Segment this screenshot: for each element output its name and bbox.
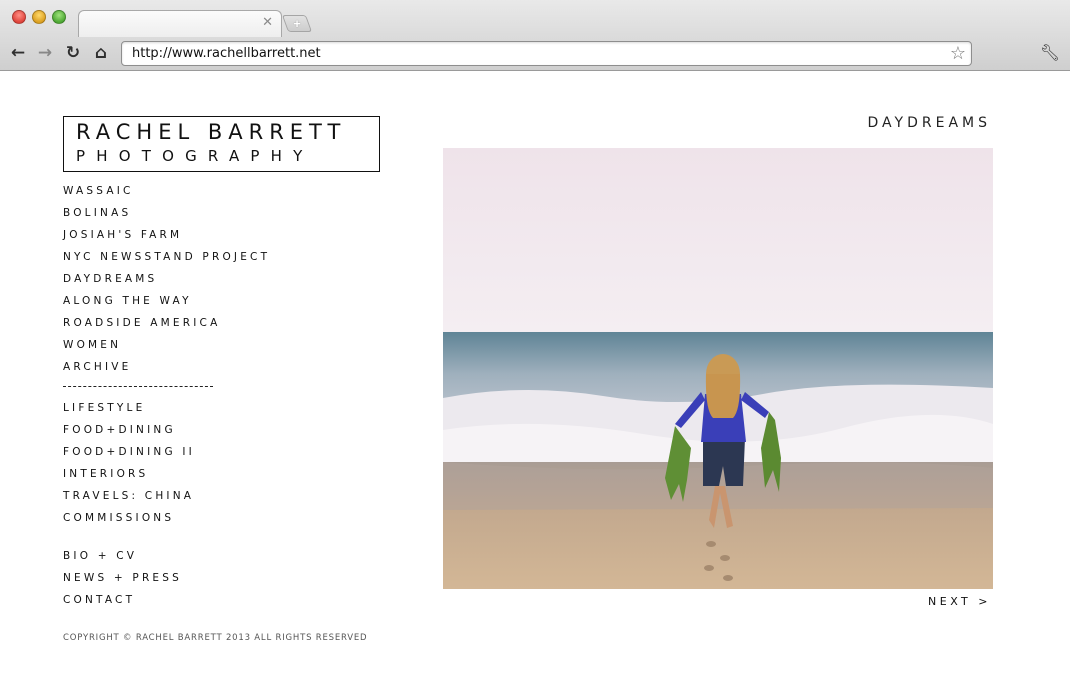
copyright-text: COPYRIGHT © RACHEL BARRETT 2013 ALL RIGH… [63, 633, 368, 643]
nav-item-travels-china[interactable]: TRAVELS: CHINA [63, 490, 194, 502]
reload-icon[interactable]: ↻ [62, 42, 84, 64]
nav-item-wassaic[interactable]: WASSAIC [63, 185, 134, 197]
nav-item-roadside-america[interactable]: ROADSIDE AMERICA [63, 317, 220, 329]
logo-subtitle: PHOTOGRAPHY [76, 147, 314, 165]
nav-item-food-dining-ii[interactable]: FOOD+DINING II [63, 446, 195, 458]
close-icon[interactable]: ✕ [262, 15, 273, 31]
star-icon[interactable]: ☆ [950, 43, 966, 64]
zoom-window-button[interactable] [52, 10, 66, 24]
logo-name: RACHEL BARRETT [76, 120, 347, 144]
site-logo[interactable]: RACHEL BARRETT PHOTOGRAPHY [63, 116, 380, 172]
nav-item-archive[interactable]: ARCHIVE [63, 361, 132, 373]
new-tab-button[interactable]: + [281, 15, 313, 32]
wrench-icon[interactable]: 🔧︎ [1040, 43, 1060, 62]
address-bar[interactable]: http://www.rachellbarrett.net ☆ [121, 41, 972, 66]
close-window-button[interactable] [12, 10, 26, 24]
browser-toolbar: ← → ↻ ⌂ http://www.rachellbarrett.net ☆ … [0, 37, 1070, 70]
nav-item-news-press[interactable]: NEWS + PRESS [63, 572, 182, 584]
nav-item-bolinas[interactable]: BOLINAS [63, 207, 131, 219]
browser-chrome: ✕ + ← → ↻ ⌂ http://www.rachellbarrett.ne… [0, 0, 1070, 71]
url-text[interactable]: http://www.rachellbarrett.net [132, 46, 321, 61]
nav-item-along-the-way[interactable]: ALONG THE WAY [63, 295, 192, 307]
nav-item-nyc-newsstand-project[interactable]: NYC NEWSSTAND PROJECT [63, 251, 270, 263]
nav-item-commissions[interactable]: COMMISSIONS [63, 512, 174, 524]
next-button[interactable]: NEXT > [928, 595, 991, 608]
back-arrow-icon[interactable]: ← [7, 42, 29, 64]
nav-item-lifestyle[interactable]: LIFESTYLE [63, 402, 145, 414]
beach-photo-illustration [443, 148, 993, 589]
nav-item-bio-cv[interactable]: BIO + CV [63, 550, 137, 562]
minimize-window-button[interactable] [32, 10, 46, 24]
nav-item-contact[interactable]: CONTACT [63, 594, 135, 606]
window-controls [12, 10, 66, 24]
nav-item-food-dining[interactable]: FOOD+DINING [63, 424, 176, 436]
nav-item-interiors[interactable]: INTERIORS [63, 468, 148, 480]
browser-tab[interactable]: ✕ [78, 10, 282, 37]
nav-item-daydreams[interactable]: DAYDREAMS [63, 273, 157, 285]
forward-arrow-icon[interactable]: → [34, 42, 56, 64]
nav-item-women[interactable]: WOMEN [63, 339, 121, 351]
gallery-title: DAYDREAMS [867, 115, 991, 131]
nav-item-josiahs-farm[interactable]: JOSIAH'S FARM [63, 229, 182, 241]
plus-icon: + [293, 16, 301, 31]
home-icon[interactable]: ⌂ [90, 42, 112, 64]
gallery-photo[interactable] [443, 148, 993, 589]
nav-divider [63, 386, 213, 387]
